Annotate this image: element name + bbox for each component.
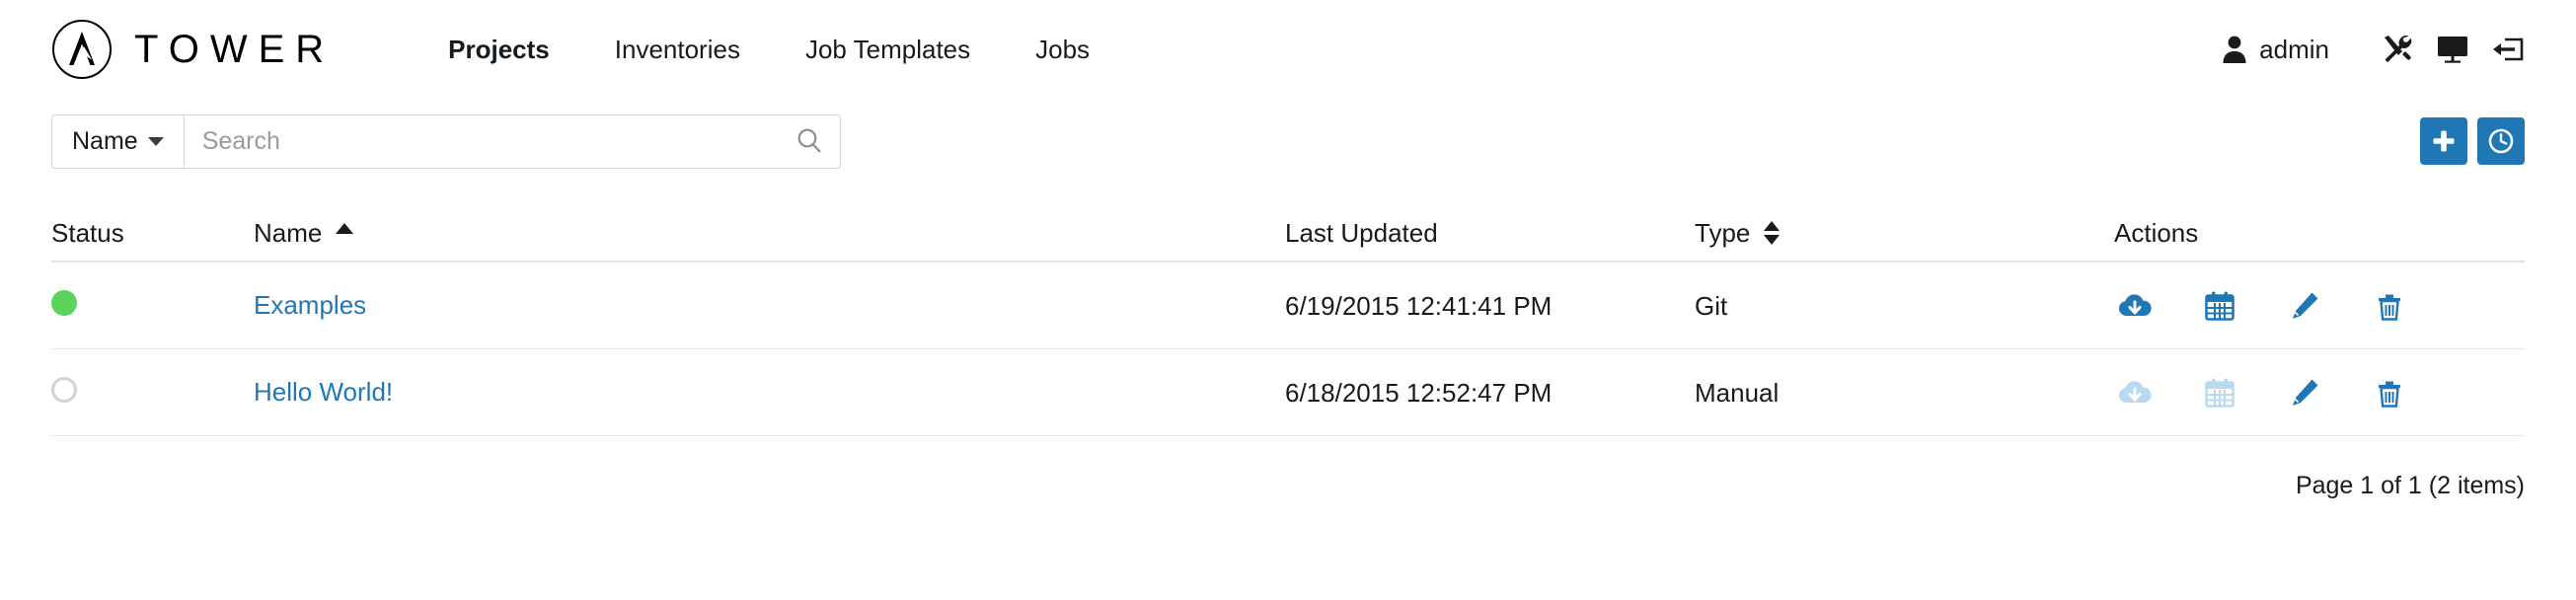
logout-icon[interactable] [2491, 35, 2525, 64]
top-header: TOWER Projects Inventories Job Templates… [0, 0, 2576, 99]
user-icon [2223, 36, 2246, 63]
monitor-icon[interactable] [2436, 35, 2469, 64]
nav-item-job-templates[interactable]: Job Templates [773, 37, 1003, 62]
plus-icon [2433, 130, 2455, 152]
column-header-last-updated: Last Updated [1285, 220, 1695, 246]
row-type-cell: Manual [1695, 377, 1780, 408]
cloud-download-icon[interactable] [2116, 287, 2154, 325]
search-field-selector[interactable]: Name [52, 114, 185, 168]
add-project-button[interactable] [2420, 117, 2467, 165]
table-header-row: Status Name Last Updated Type Actions [51, 205, 2525, 262]
pencil-icon[interactable] [2286, 287, 2323, 325]
row-name-cell: Examples [254, 292, 1285, 319]
row-type-cell: Git [1695, 290, 1728, 321]
search-input[interactable] [184, 114, 840, 168]
cloud-download-icon [2116, 374, 2154, 412]
table-row: Examples 6/19/2015 12:41:41 PM Git [51, 262, 2525, 349]
column-header-status: Status [51, 220, 254, 246]
column-header-last-updated-label: Last Updated [1285, 218, 1438, 248]
clock-icon [2488, 128, 2514, 154]
sort-both-icon [1764, 221, 1780, 245]
search-input-wrap [184, 114, 840, 168]
status-badge-running [51, 290, 77, 316]
user-menu[interactable]: admin [2222, 35, 2329, 64]
table-row: Hello World! 6/18/2015 12:52:47 PM Manua… [51, 349, 2525, 436]
main-nav: Projects Inventories Job Templates Jobs [416, 37, 1122, 62]
row-name-cell: Hello World! [254, 379, 1285, 406]
row-actions-cell [2114, 374, 2525, 412]
search-icon[interactable] [795, 126, 824, 156]
trash-icon[interactable] [2371, 287, 2408, 325]
user-name-label: admin [2259, 35, 2329, 64]
column-header-actions-label: Actions [2114, 218, 2199, 248]
brand-logo[interactable]: TOWER [51, 19, 335, 80]
nav-item-projects[interactable]: Projects [416, 37, 582, 62]
nav-item-inventories[interactable]: Inventories [582, 37, 773, 62]
calendar-icon[interactable] [2201, 287, 2238, 325]
search-group: Name [51, 113, 841, 169]
row-status-cell [51, 377, 254, 408]
pagination: Page 1 of 1 (2 items) [0, 474, 2576, 498]
row-last-updated-cell: 6/19/2015 12:41:41 PM [1285, 290, 1553, 321]
trash-icon[interactable] [2371, 374, 2408, 412]
projects-table: Status Name Last Updated Type Actions Ex… [0, 205, 2576, 436]
column-header-name-label: Name [254, 218, 323, 248]
chevron-down-icon [147, 136, 164, 146]
project-link-hello-world[interactable]: Hello World! [254, 377, 393, 407]
column-header-type[interactable]: Type [1695, 220, 2114, 246]
column-header-status-label: Status [51, 218, 124, 248]
row-actions-cell [2114, 287, 2525, 325]
column-header-name[interactable]: Name [254, 220, 1285, 246]
header-right-controls: admin [2222, 33, 2525, 66]
column-header-type-label: Type [1695, 218, 1751, 248]
search-field-selector-label: Name [72, 126, 138, 155]
schedule-button[interactable] [2477, 117, 2525, 165]
row-last-updated-cell: 6/18/2015 12:52:47 PM [1285, 377, 1553, 408]
status-badge-never-updated [51, 377, 77, 403]
calendar-icon [2201, 374, 2238, 412]
toolbar-actions [2420, 117, 2525, 165]
pencil-icon[interactable] [2286, 374, 2323, 412]
sort-ascending-icon [336, 222, 354, 234]
brand-name: TOWER [134, 28, 336, 71]
column-header-actions: Actions [2114, 220, 2525, 246]
pagination-label: Page 1 of 1 (2 items) [2295, 472, 2525, 499]
tools-icon[interactable] [2381, 33, 2414, 66]
row-status-cell [51, 290, 254, 321]
project-link-examples[interactable]: Examples [254, 290, 366, 320]
toolbar-row: Name [0, 99, 2576, 184]
nav-item-jobs[interactable]: Jobs [1003, 37, 1122, 62]
ansible-a-logo-icon [52, 20, 112, 79]
